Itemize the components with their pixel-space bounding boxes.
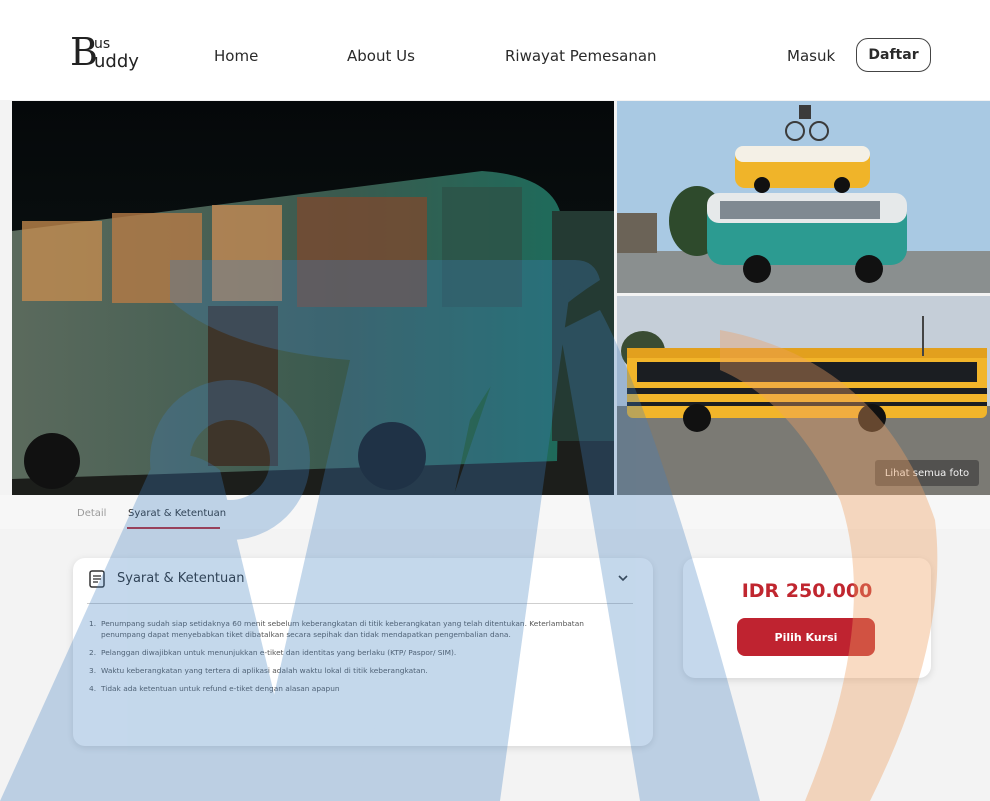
terms-divider bbox=[87, 603, 633, 604]
login-link[interactable]: Masuk bbox=[787, 46, 835, 66]
site-header: B us uddy Home About Us Riwayat Pemesana… bbox=[0, 0, 990, 100]
terms-card: Syarat & Ketentuan 1. Penumpang sudah si… bbox=[73, 558, 653, 746]
terms-item-text: Penumpang sudah siap setidaknya 60 menit… bbox=[101, 619, 584, 639]
gallery-top-photo[interactable] bbox=[617, 101, 990, 293]
terms-list-item: 1. Penumpang sudah siap setidaknya 60 me… bbox=[89, 618, 619, 640]
active-tab-indicator bbox=[127, 527, 220, 529]
price-card: IDR 250.000 Pilih Kursi bbox=[683, 558, 931, 678]
gallery-main-photo[interactable] bbox=[12, 101, 614, 495]
logo-text-us: us bbox=[94, 36, 111, 52]
see-all-photos-button[interactable]: Lihat semua foto bbox=[875, 460, 979, 486]
terms-item-text: Pelanggan diwajibkan untuk menunjukkan e… bbox=[101, 648, 457, 657]
select-seat-button[interactable]: Pilih Kursi bbox=[737, 618, 875, 656]
tab-detail[interactable]: Detail bbox=[77, 508, 106, 519]
nav-home-link[interactable]: Home bbox=[214, 46, 258, 66]
register-button[interactable]: Daftar bbox=[856, 38, 931, 72]
tab-terms-and-conditions[interactable]: Syarat & Ketentuan bbox=[128, 508, 226, 519]
terms-list: 1. Penumpang sudah siap setidaknya 60 me… bbox=[89, 618, 619, 701]
terms-item-number: 4. bbox=[89, 684, 97, 693]
terms-item-text: Tidak ada ketentuan untuk refund e-tiket… bbox=[101, 684, 340, 693]
nav-about-link[interactable]: About Us bbox=[347, 46, 415, 66]
terms-list-item: 3. Waktu keberangkatan yang tertera di a… bbox=[89, 665, 619, 676]
nav-booking-history-link[interactable]: Riwayat Pemesanan bbox=[505, 46, 657, 66]
logo-text-uddy: uddy bbox=[94, 51, 139, 72]
terms-item-number: 2. bbox=[89, 648, 97, 657]
terms-item-number: 1. bbox=[89, 619, 97, 628]
terms-item-text: Waktu keberangkatan yang tertera di apli… bbox=[101, 666, 428, 675]
busbuddy-logo[interactable]: B us uddy bbox=[70, 30, 150, 76]
terms-list-item: 4. Tidak ada ketentuan untuk refund e-ti… bbox=[89, 683, 619, 694]
ticket-price: IDR 250.000 bbox=[741, 580, 873, 602]
terms-title: Syarat & Ketentuan bbox=[117, 571, 245, 586]
terms-list-item: 2. Pelanggan diwajibkan untuk menunjukka… bbox=[89, 647, 619, 658]
photo-gallery bbox=[12, 101, 990, 495]
document-icon bbox=[89, 570, 105, 588]
chevron-down-icon[interactable] bbox=[615, 570, 631, 586]
terms-item-number: 3. bbox=[89, 666, 97, 675]
